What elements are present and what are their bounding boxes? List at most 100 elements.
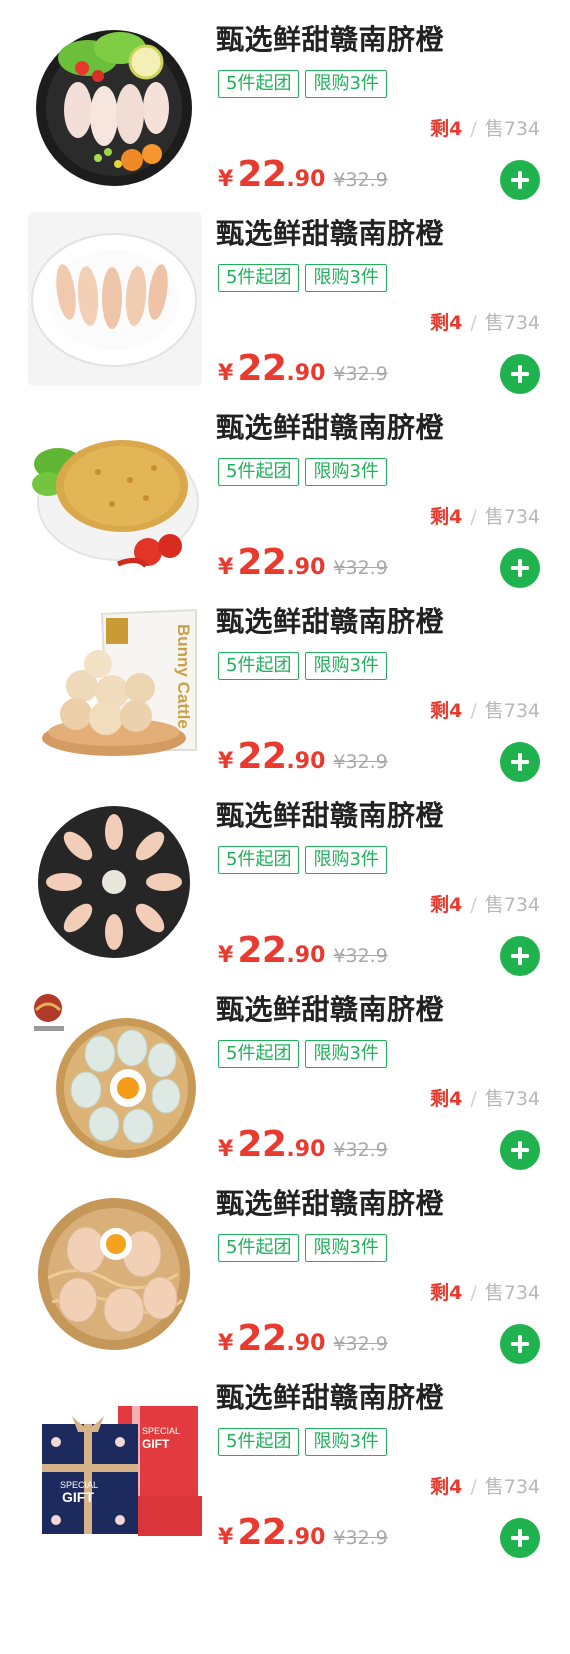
stock-divider: / (470, 312, 477, 334)
price-row: ¥22.90 ¥32.9 (218, 542, 388, 583)
currency-symbol: ¥ (218, 749, 234, 774)
product-image-gift-box[interactable]: SPECIAL GIFT SPECIAL GIFT (28, 1376, 202, 1550)
product-image-beef-balls[interactable]: Bunny Cattle (28, 600, 202, 774)
product-title[interactable]: 甄选鲜甜赣南脐橙 (216, 406, 444, 446)
product-title[interactable]: 甄选鲜甜赣南脐橙 (216, 212, 444, 252)
product-card[interactable]: 甄选鲜甜赣南脐橙 5件起团 限购3件 剩4 / 售734 ¥22.90 ¥32.9 (0, 776, 570, 982)
product-title[interactable]: 甄选鲜甜赣南脐橙 (216, 988, 444, 1028)
original-price: ¥32.9 (333, 169, 388, 191)
original-price: ¥32.9 (333, 1333, 388, 1355)
currency-symbol: ¥ (218, 943, 234, 968)
min-group-tag: 5件起团 (218, 1234, 300, 1262)
product-tags: 5件起团 限购3件 (218, 1234, 387, 1262)
price-integer: 22 (237, 930, 287, 971)
stock-info: 剩4 / 售734 (430, 308, 540, 335)
purchase-limit-tag: 限购3件 (305, 652, 387, 680)
price-row: ¥22.90 ¥32.9 (218, 154, 388, 195)
stock-left: 剩4 (430, 700, 463, 722)
currency-symbol: ¥ (218, 555, 234, 580)
purchase-limit-tag: 限购3件 (305, 1428, 387, 1456)
product-card[interactable]: SPECIAL GIFT SPECIAL GIFT 甄选鲜甜赣南脐橙 5件起团 … (0, 1358, 570, 1564)
product-card[interactable]: 甄选鲜甜赣南脐橙 5件起团 限购3件 剩4 / 售734 ¥22.90 ¥32.9 (0, 194, 570, 400)
product-tags: 5件起团 限购3件 (218, 652, 387, 680)
product-title[interactable]: 甄选鲜甜赣南脐橙 (216, 1182, 444, 1222)
product-card[interactable]: 甄选鲜甜赣南脐橙 5件起团 限购3件 剩4 / 售734 ¥22.90 ¥32.9 (0, 970, 570, 1176)
min-group-tag: 5件起团 (218, 1428, 300, 1456)
plus-icon (511, 753, 529, 771)
gift-text-red-2: GIFT (142, 1437, 170, 1451)
price-integer: 22 (237, 1512, 287, 1553)
stock-info: 剩4 / 售734 (430, 1084, 540, 1111)
stock-divider: / (470, 894, 477, 916)
price-row: ¥22.90 ¥32.9 (218, 736, 388, 777)
add-to-cart-button[interactable] (500, 1518, 540, 1558)
stock-left: 剩4 (430, 894, 463, 916)
stock-divider: / (470, 1476, 477, 1498)
price-integer: 22 (237, 154, 287, 195)
min-group-tag: 5件起团 (218, 1040, 300, 1068)
price-row: ¥22.90 ¥32.9 (218, 1512, 388, 1553)
sold-count: 售734 (484, 118, 540, 140)
product-image-chicken-fillet[interactable] (28, 212, 202, 386)
product-image-chicken-drumettes[interactable] (28, 794, 202, 968)
price-row: ¥22.90 ¥32.9 (218, 930, 388, 971)
plus-icon (511, 365, 529, 383)
stock-info: 剩4 / 售734 (430, 1472, 540, 1499)
min-group-tag: 5件起团 (218, 846, 300, 874)
stock-info: 剩4 / 售734 (430, 114, 540, 141)
sold-count: 售734 (484, 506, 540, 528)
original-price: ¥32.9 (333, 1139, 388, 1161)
stock-divider: / (470, 506, 477, 528)
product-tags: 5件起团 限购3件 (218, 70, 387, 98)
stock-info: 剩4 / 售734 (430, 502, 540, 529)
product-list: 甄选鲜甜赣南脐橙 5件起团 限购3件 剩4/售734 ¥22.90¥32.9 (0, 0, 570, 1654)
product-card[interactable]: 甄选鲜甜赣南脐橙 5件起团 限购3件 剩4 / 售734 ¥22.90 ¥32.9 (0, 388, 570, 594)
gift-text-red-1: SPECIAL (142, 1426, 180, 1436)
stock-left: 剩4 (430, 1282, 463, 1304)
currency-symbol: ¥ (218, 1137, 234, 1162)
price-integer: 22 (237, 736, 287, 777)
stock-info: 剩4 / 售734 (430, 890, 540, 917)
min-group-tag: 5件起团 (218, 652, 300, 680)
min-group-tag: 5件起团 (218, 70, 300, 98)
product-title[interactable]: 甄选鲜甜赣南脐橙 (216, 600, 444, 640)
purchase-limit-tag: 限购3件 (305, 1234, 387, 1262)
min-group-tag: 5件起团 (218, 264, 300, 292)
plus-icon (511, 171, 529, 189)
plus-icon (511, 559, 529, 577)
price-row: ¥22.90 ¥32.9 (218, 1124, 388, 1165)
stock-info: 剩4 / 售734 (430, 1278, 540, 1305)
plus-icon (511, 1529, 529, 1547)
product-title[interactable]: 甄选鲜甜赣南脐橙 (216, 1376, 444, 1416)
product-title[interactable]: 甄选鲜甜赣南脐橙 (216, 794, 444, 834)
price-integer: 22 (237, 542, 287, 583)
product-tags: 5件起团 限购3件 (218, 458, 387, 486)
product-card[interactable]: Bunny Cattle 甄选鲜甜赣南脐橙 5件起团 限购3件 剩4/售734 … (0, 582, 570, 788)
product-image-breaded-cutlet[interactable] (28, 406, 202, 580)
purchase-limit-tag: 限购3件 (305, 264, 387, 292)
stock-left: 剩4 (430, 1088, 463, 1110)
stock-left: 剩4 (430, 506, 463, 528)
original-price: ¥32.9 (333, 1527, 388, 1549)
original-price: ¥32.9 (333, 363, 388, 385)
product-card[interactable]: 甄选鲜甜赣南脐橙 5件起团 限购3件 剩4 / 售734 ¥22.90 ¥32.9 (0, 0, 570, 206)
gift-text-navy-2: GIFT (62, 1489, 94, 1505)
sold-count: 售734 (484, 312, 540, 334)
product-card[interactable]: 甄选鲜甜赣南脐橙 5件起团 限购3件 剩4 / 售734 ¥22.90 ¥32.9 (0, 1164, 570, 1370)
product-image-duck-eggs[interactable] (28, 988, 202, 1162)
price-decimal: .90 (286, 943, 326, 968)
price-decimal: .90 (286, 1525, 326, 1550)
price-integer: 22 (237, 1318, 287, 1359)
product-image-chicken-eggs[interactable] (28, 1182, 202, 1356)
purchase-limit-tag: 限购3件 (305, 846, 387, 874)
price-decimal: .90 (286, 555, 326, 580)
price-decimal: .90 (286, 749, 326, 774)
min-group-tag: 5件起团 (218, 458, 300, 486)
sold-count: 售734 (484, 1088, 540, 1110)
stock-divider: / (470, 700, 477, 722)
stock-left: 剩4 (430, 118, 463, 140)
price-decimal: .90 (286, 361, 326, 386)
purchase-limit-tag: 限购3件 (305, 70, 387, 98)
product-title[interactable]: 甄选鲜甜赣南脐橙 (216, 18, 444, 58)
product-image-chicken-breast[interactable] (28, 18, 202, 192)
